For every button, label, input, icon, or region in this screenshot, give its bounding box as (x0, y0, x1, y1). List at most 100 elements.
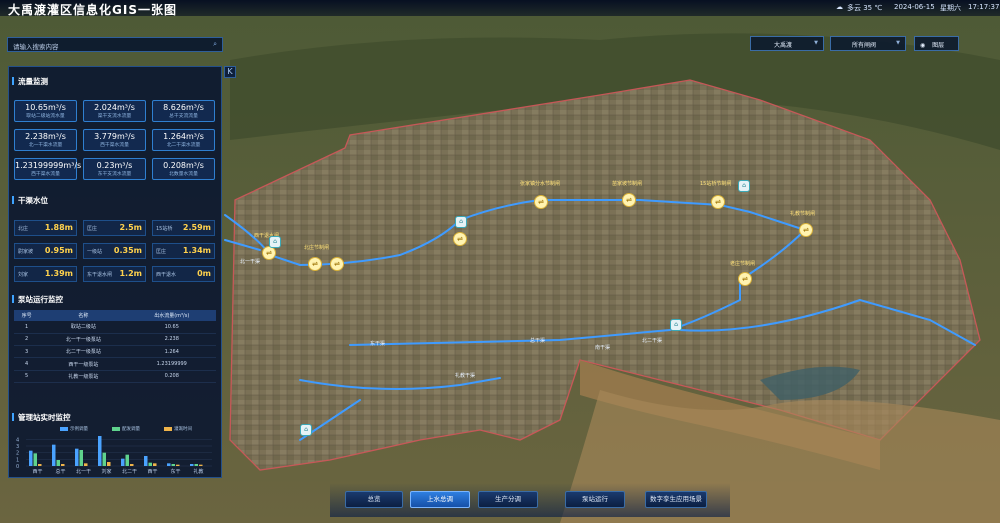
flow-card[interactable]: 2.238m³/s 北一干渠水流量 (14, 129, 77, 151)
canal-label: 北二干渠 (642, 338, 663, 344)
nav-button[interactable]: 生产分调 (478, 491, 538, 508)
x-tick-label: 北一干 (76, 468, 91, 475)
search-input[interactable]: 请输入搜索内容 ⌕ (7, 37, 223, 52)
gate-label: 老庄节制闸 (730, 261, 756, 267)
chart-bar (130, 464, 134, 466)
nav-button[interactable]: 数字孪生应用场景 (645, 491, 707, 508)
flow-card[interactable]: 8.626m³/s 总干支流流量 (152, 100, 215, 122)
water-level-cell[interactable]: 刘家 1.39m (14, 266, 77, 282)
district-dropdown[interactable]: 大禹渡 ▼ (750, 36, 824, 51)
flow-card-value: 2.238m³/s (25, 132, 66, 141)
pump-station-marker[interactable]: ⌂ (738, 180, 750, 192)
date-text: 2024-06-15 (894, 3, 935, 11)
legend-swatch (112, 426, 120, 431)
nav-button[interactable]: 泵站运行 (565, 491, 625, 508)
gate-marker[interactable]: ⇌ (262, 246, 276, 260)
x-tick-label: 北二干 (122, 468, 137, 475)
layer-button[interactable]: ◉ 图层 (914, 36, 959, 51)
chart-bar (194, 464, 198, 466)
chart-bar (102, 452, 106, 466)
weekday-text: 星期六 (940, 4, 961, 12)
table-cell: 4 (14, 357, 40, 371)
table-row[interactable]: 1 取站二级站 10.65 (14, 321, 216, 334)
y-tick-label: 4 (16, 437, 19, 443)
chart-bar (121, 458, 125, 466)
water-level-cell[interactable]: 15站桥 2.59m (152, 220, 215, 236)
flow-card[interactable]: 0.208m³/s 北数量水流量 (152, 158, 215, 180)
flow-card-value: 0.208m³/s (163, 161, 204, 170)
gate-marker[interactable]: ⇌ (738, 272, 752, 286)
flow-card[interactable]: 2.024m³/s 渠干支流水流量 (83, 100, 146, 122)
pump-station-marker[interactable]: ⌂ (455, 216, 467, 228)
chart-bar (167, 463, 171, 466)
chart-bar (33, 453, 37, 466)
water-level-value: 2.59m (182, 223, 211, 232)
top-bar: 大禹渡灌区信息化GIS一张图 ☁ 多云 35 ℃ 2024-06-15 星期六 … (0, 0, 1000, 17)
chart-bar (61, 464, 65, 466)
flow-card-value: 1.264m³/s (163, 132, 204, 141)
water-level-cell[interactable]: 匡庄 1.34m (152, 243, 215, 259)
water-level-value: 1.2m (119, 269, 142, 278)
collapse-panel-button[interactable]: K (224, 66, 236, 78)
table-row[interactable]: 4 西干一级泵站 1.23199999 (14, 357, 216, 371)
canal-label: 礼教干渠 (455, 373, 476, 379)
nav-button[interactable]: 总览 (345, 491, 403, 508)
table-row[interactable]: 5 礼教一级泵站 0.208 (14, 370, 216, 383)
search-placeholder: 请输入搜索内容 (13, 43, 59, 51)
chevron-left-icon: K (227, 67, 233, 76)
flow-card[interactable]: 10.65m³/s 取站二级站流水量 (14, 100, 77, 122)
x-tick-label: 刘家 (101, 468, 111, 475)
gate-marker[interactable]: ⇌ (308, 257, 322, 271)
table-cell: 1.23199999 (127, 357, 216, 371)
chart-bar (125, 454, 129, 466)
chart-bar (107, 462, 111, 466)
x-tick-label: 东干 (170, 468, 180, 475)
pump-station-marker[interactable]: ⌂ (300, 424, 312, 436)
flow-card-value: 8.626m³/s (163, 103, 204, 112)
flow-card[interactable]: 1.23199999m³/s 西干渠水流量 (14, 158, 81, 180)
flow-card-label: 总干支流流量 (169, 114, 198, 119)
table-cell: 礼教一级泵站 (39, 370, 128, 383)
gate-filter-dropdown[interactable]: 所有闸阀 ▼ (830, 36, 906, 51)
nav-button[interactable]: 上水总调 (410, 491, 470, 508)
water-level-value: 0.35m (113, 246, 142, 255)
layer-icon: ◉ (920, 42, 926, 49)
gate-label: 张家镇分水节制闸 (520, 181, 561, 187)
flow-card[interactable]: 0.23m³/s 东干支流水流量 (83, 158, 146, 180)
table-row[interactable]: 3 北二干一级泵站 1.264 (14, 345, 216, 359)
pump-station-marker[interactable]: ⌂ (269, 236, 281, 248)
chart-bar (199, 464, 203, 466)
water-level-cell[interactable]: 一级站 0.35m (83, 243, 146, 259)
table-cell: 1.264 (127, 345, 216, 359)
search-icon[interactable]: ⌕ (213, 40, 217, 49)
canal-label: 东干渠 (370, 341, 386, 347)
gate-marker[interactable]: ⇌ (799, 223, 813, 237)
table-cell: 2.238 (127, 333, 216, 347)
table-row[interactable]: 2 北一干一级泵站 2.238 (14, 333, 216, 347)
chevron-down-icon: ▼ (896, 40, 900, 46)
gate-marker[interactable]: ⇌ (622, 193, 636, 207)
flow-card[interactable]: 1.264m³/s 北二干渠水流量 (152, 129, 215, 151)
water-level-cell[interactable]: 西干退水 0m (152, 266, 215, 282)
gate-marker[interactable]: ⇌ (453, 232, 467, 246)
pump-station-marker[interactable]: ⌂ (670, 319, 682, 331)
chart-bar (171, 464, 175, 466)
water-level-cell[interactable]: 尉家坡 0.95m (14, 243, 77, 259)
gate-marker[interactable]: ⇌ (711, 195, 725, 209)
flow-card[interactable]: 3.779m³/s 西干渠水流量 (83, 129, 146, 151)
y-tick-label: 0 (16, 464, 19, 470)
flow-card-value: 3.779m³/s (94, 132, 135, 141)
water-level-section-title: 干渠水位 (12, 196, 48, 205)
chart-bar (52, 444, 56, 466)
water-level-cell[interactable]: 匡庄 2.5m (83, 220, 146, 236)
chart-bar (79, 450, 83, 466)
weather-icon: ☁ (836, 3, 843, 11)
canal-label: 北一干渠 (240, 259, 261, 265)
gate-marker[interactable]: ⇌ (330, 257, 344, 271)
table-cell: 1 (14, 321, 40, 334)
table-header: 出水流量(m³/s) (127, 310, 216, 321)
water-level-cell[interactable]: 东干退水闸 1.2m (83, 266, 146, 282)
chart-bar (190, 464, 194, 466)
gate-marker[interactable]: ⇌ (534, 195, 548, 209)
water-level-cell[interactable]: 北庄 1.88m (14, 220, 77, 236)
